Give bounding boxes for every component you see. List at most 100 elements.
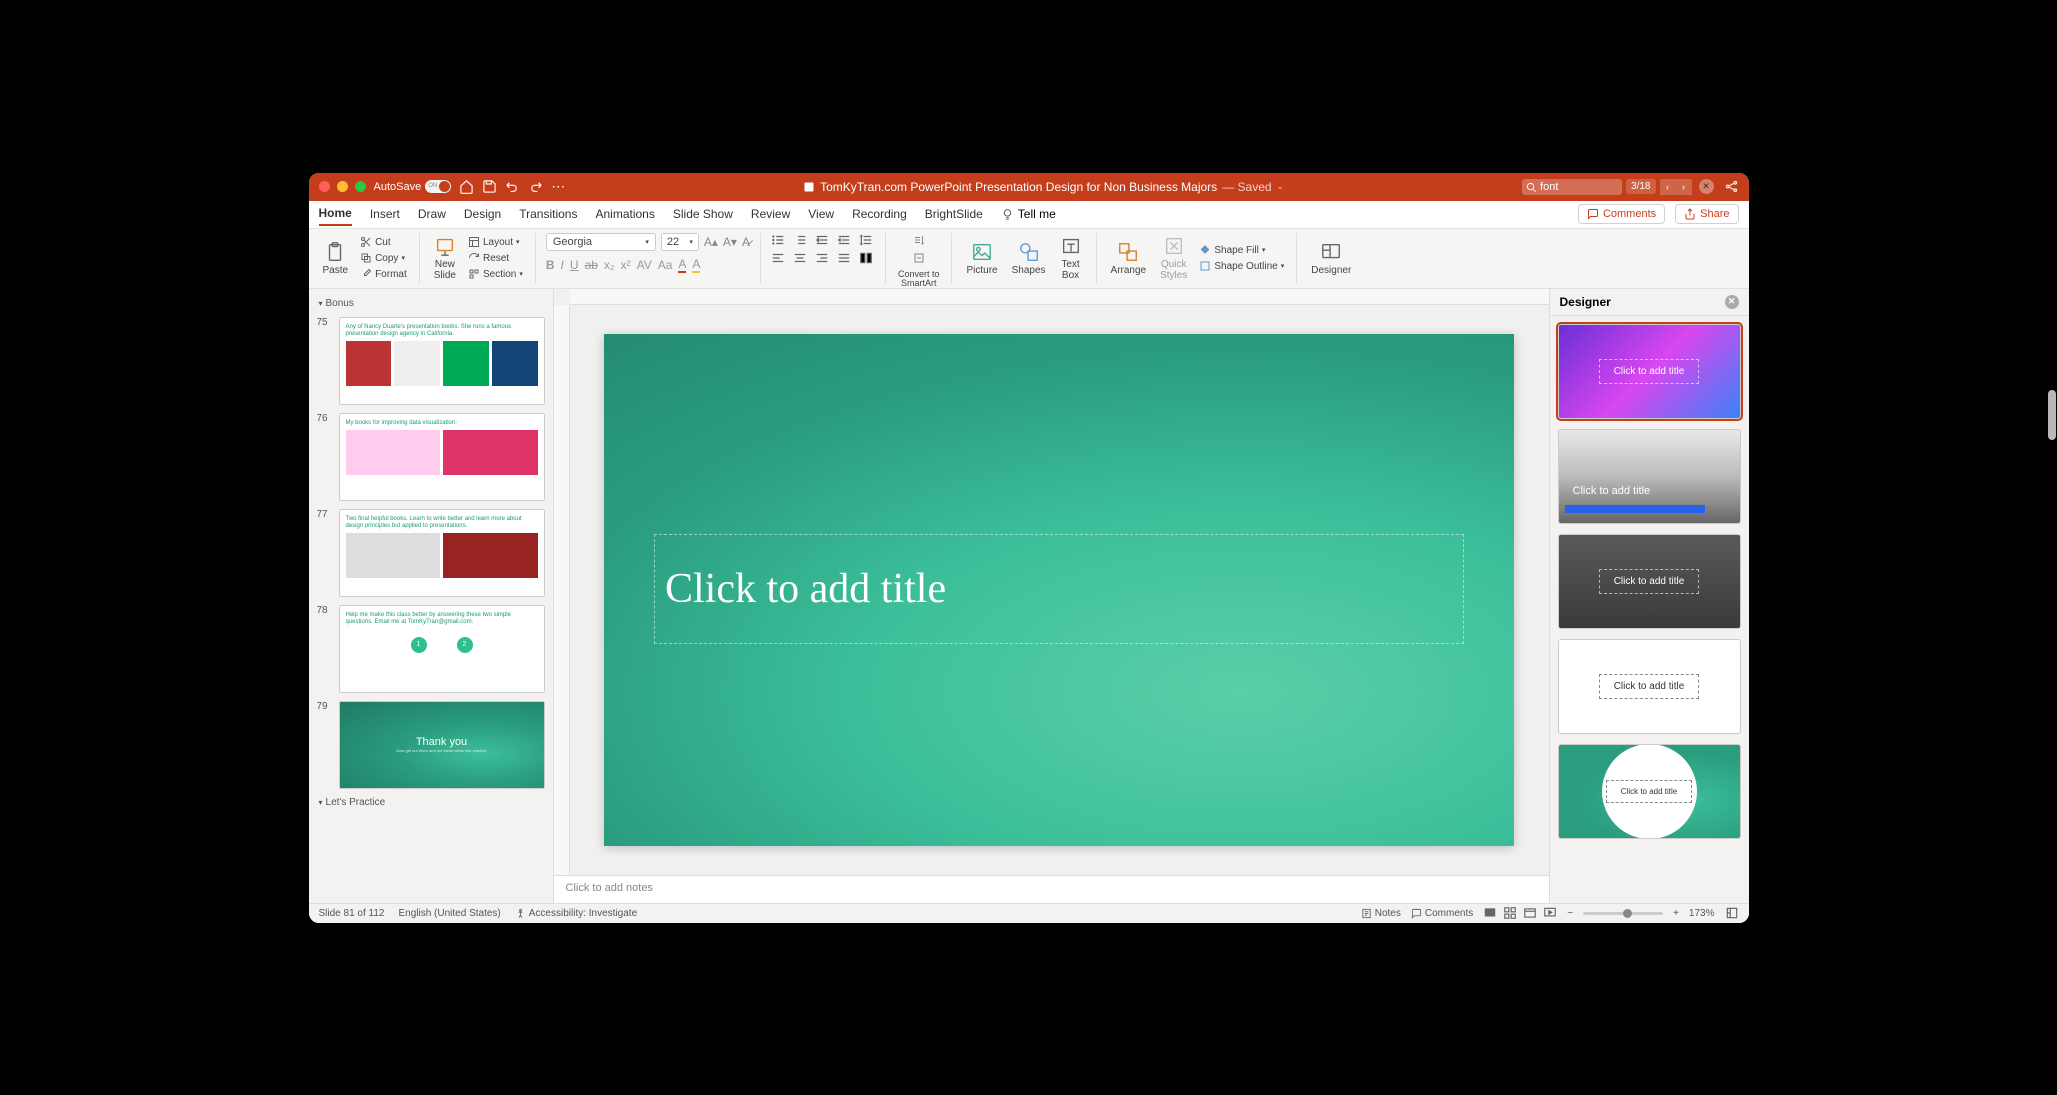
align-text-button[interactable] bbox=[911, 251, 927, 265]
font-family-select[interactable]: Georgia▾ bbox=[546, 233, 656, 251]
cut-button[interactable]: Cut bbox=[358, 235, 409, 249]
home-icon[interactable] bbox=[459, 179, 474, 194]
zoom-level[interactable]: 173% bbox=[1689, 908, 1715, 919]
search-next-button[interactable]: › bbox=[1676, 179, 1692, 195]
comments-toggle[interactable]: Comments bbox=[1411, 908, 1473, 919]
shapes-button[interactable]: Shapes bbox=[1008, 239, 1050, 278]
section-button[interactable]: Section▾ bbox=[466, 267, 525, 281]
comments-button[interactable]: Comments bbox=[1578, 204, 1665, 224]
tab-recording[interactable]: Recording bbox=[852, 203, 907, 225]
change-case-button[interactable]: Aa bbox=[658, 258, 673, 272]
accessibility-status[interactable]: Accessibility: Investigate bbox=[515, 908, 637, 919]
quick-access-more[interactable]: ⋯ bbox=[551, 178, 565, 195]
title-placeholder[interactable]: Click to add title bbox=[654, 534, 1464, 644]
font-color-button[interactable]: A bbox=[678, 257, 686, 273]
subscript-button[interactable]: x₂ bbox=[604, 258, 615, 272]
tell-me-button[interactable]: Tell me bbox=[1001, 207, 1056, 221]
normal-view-button[interactable] bbox=[1483, 906, 1497, 920]
increase-font-button[interactable]: A▴ bbox=[704, 235, 718, 249]
format-painter-button[interactable]: Format bbox=[358, 267, 409, 281]
tab-review[interactable]: Review bbox=[751, 203, 790, 225]
columns-button[interactable] bbox=[859, 251, 873, 265]
search-prev-button[interactable]: ‹ bbox=[1660, 179, 1676, 195]
font-size-select[interactable]: 22▾ bbox=[661, 233, 699, 251]
tab-slideshow[interactable]: Slide Show bbox=[673, 203, 733, 225]
align-right-button[interactable] bbox=[815, 251, 829, 265]
numbering-button[interactable] bbox=[793, 233, 807, 247]
arrange-button[interactable]: Arrange bbox=[1107, 239, 1151, 278]
tab-transitions[interactable]: Transitions bbox=[519, 203, 577, 225]
strike-button[interactable]: ab bbox=[585, 258, 598, 272]
language-status[interactable]: English (United States) bbox=[398, 908, 500, 919]
design-option-4[interactable]: Click to add title bbox=[1558, 639, 1741, 734]
reading-view-button[interactable] bbox=[1523, 906, 1537, 920]
tab-view[interactable]: View bbox=[808, 203, 834, 225]
designer-close-button[interactable]: ✕ bbox=[1725, 295, 1739, 309]
convert-smartart-button[interactable]: Convert to SmartArt bbox=[896, 269, 942, 291]
sorter-view-button[interactable] bbox=[1503, 906, 1517, 920]
align-center-button[interactable] bbox=[793, 251, 807, 265]
align-left-button[interactable] bbox=[771, 251, 785, 265]
decrease-indent-button[interactable] bbox=[815, 233, 829, 247]
fit-to-window-button[interactable] bbox=[1725, 906, 1739, 920]
clear-format-button[interactable]: A̷ bbox=[742, 235, 750, 249]
maximize-window[interactable] bbox=[355, 181, 366, 192]
increase-indent-button[interactable] bbox=[837, 233, 851, 247]
minimize-window[interactable] bbox=[337, 181, 348, 192]
decrease-font-button[interactable]: A▾ bbox=[723, 235, 737, 249]
new-slide-button[interactable]: New Slide bbox=[430, 233, 460, 283]
design-option-3[interactable]: Click to add title bbox=[1558, 534, 1741, 629]
quick-styles-button[interactable]: Quick Styles bbox=[1156, 233, 1191, 283]
zoom-in-button[interactable]: + bbox=[1673, 908, 1679, 919]
zoom-slider[interactable] bbox=[1583, 912, 1663, 915]
highlight-button[interactable]: AV bbox=[637, 258, 652, 272]
copy-button[interactable]: Copy▾ bbox=[358, 251, 409, 265]
justify-button[interactable] bbox=[837, 251, 851, 265]
design-option-1[interactable]: Click to add title bbox=[1558, 324, 1741, 419]
tab-insert[interactable]: Insert bbox=[370, 203, 400, 225]
slide-thumbnail-panel[interactable]: ▾Bonus 75 Any of Nancy Duarte's presenta… bbox=[309, 289, 554, 903]
bullets-button[interactable] bbox=[771, 233, 785, 247]
italic-button[interactable]: I bbox=[561, 258, 564, 272]
share-button[interactable]: Share bbox=[1675, 204, 1738, 224]
zoom-out-button[interactable]: − bbox=[1567, 908, 1573, 919]
tab-draw[interactable]: Draw bbox=[418, 203, 446, 225]
design-option-2[interactable]: Click to add title bbox=[1558, 429, 1741, 524]
tab-design[interactable]: Design bbox=[464, 203, 501, 225]
title-dropdown-icon[interactable]: ⌄ bbox=[1277, 181, 1285, 192]
close-window[interactable] bbox=[319, 181, 330, 192]
slide-canvas[interactable]: Click to add title bbox=[604, 334, 1514, 846]
slide-thumbnail-76[interactable]: My books for improving data visualizatio… bbox=[339, 413, 545, 501]
underline-button[interactable]: U bbox=[570, 258, 579, 272]
notes-toggle[interactable]: Notes bbox=[1361, 908, 1401, 919]
save-icon[interactable] bbox=[482, 179, 497, 194]
redo-icon[interactable] bbox=[528, 179, 543, 194]
superscript-button[interactable]: x² bbox=[621, 258, 631, 272]
notes-pane[interactable]: Click to add notes bbox=[554, 875, 1549, 903]
textbox-button[interactable]: Text Box bbox=[1056, 233, 1086, 283]
shape-fill-button[interactable]: Shape Fill▾ bbox=[1197, 243, 1286, 257]
slideshow-view-button[interactable] bbox=[1543, 906, 1557, 920]
designer-button[interactable]: Designer bbox=[1307, 239, 1355, 278]
line-spacing-button[interactable] bbox=[859, 233, 873, 247]
bold-button[interactable]: B bbox=[546, 258, 555, 272]
search-input[interactable] bbox=[1522, 179, 1622, 195]
slide-counter[interactable]: Slide 81 of 112 bbox=[319, 908, 385, 919]
slide-thumbnail-77[interactable]: Two final helpful books. Learn to write … bbox=[339, 509, 545, 597]
paste-button[interactable]: Paste bbox=[319, 239, 353, 278]
slide-thumbnail-79[interactable]: Thank you Now get out there and put thes… bbox=[339, 701, 545, 789]
shape-outline-button[interactable]: Shape Outline▾ bbox=[1197, 259, 1286, 273]
design-option-5[interactable]: Click to add title bbox=[1558, 744, 1741, 839]
text-direction-button[interactable] bbox=[911, 233, 927, 247]
reset-button[interactable]: Reset bbox=[466, 251, 525, 265]
picture-button[interactable]: Picture bbox=[962, 239, 1001, 278]
share-icon-titlebar[interactable] bbox=[1724, 179, 1739, 194]
undo-icon[interactable] bbox=[505, 179, 520, 194]
layout-button[interactable]: Layout▾ bbox=[466, 235, 525, 249]
section-header-practice[interactable]: ▾Let's Practice bbox=[309, 793, 553, 812]
search-clear-button[interactable]: ✕ bbox=[1699, 179, 1714, 194]
slide-thumbnail-78[interactable]: Help me make this class better by answer… bbox=[339, 605, 545, 693]
autosave-toggle[interactable]: ON bbox=[425, 180, 451, 193]
tab-animations[interactable]: Animations bbox=[595, 203, 654, 225]
slide-thumbnail-75[interactable]: Any of Nancy Duarte's presentation books… bbox=[339, 317, 545, 405]
